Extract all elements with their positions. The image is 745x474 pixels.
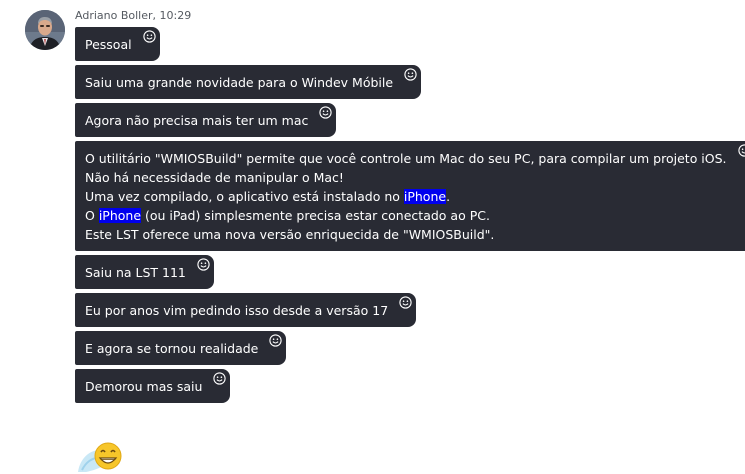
avatar[interactable] xyxy=(25,10,65,50)
sender-separator: , xyxy=(152,9,160,22)
message-text-line: Uma vez compilado, o aplicativo está ins… xyxy=(85,187,727,206)
grinning-emoji-sticker[interactable] xyxy=(76,436,124,474)
message-timestamp: 10:29 xyxy=(159,9,192,22)
message-bubble[interactable]: Pessoal xyxy=(75,27,160,61)
message-text: Demorou mas saiu xyxy=(85,379,203,394)
message-text: Saiu uma grande novidade para o Windev M… xyxy=(85,75,394,90)
message-text-segment: O xyxy=(85,208,99,223)
smiley-reaction-icon[interactable] xyxy=(197,258,210,271)
message-text: E agora se tornou realidade xyxy=(85,341,259,356)
sender-name: Adriano Boller xyxy=(75,9,153,22)
message-sender-meta: Adriano Boller, 10:29 xyxy=(75,9,191,22)
message-text-line: Não há necessidade de manipular o Mac! xyxy=(85,170,344,185)
message-text: Eu por anos vim pedindo isso desde a ver… xyxy=(85,303,389,318)
smiley-reaction-icon[interactable] xyxy=(737,144,745,157)
smiley-reaction-icon[interactable] xyxy=(404,68,417,81)
message-text-segment: Uma vez compilado, o aplicativo está ins… xyxy=(85,189,404,204)
message-text: Saiu na LST 111 xyxy=(85,265,186,280)
message-text-line: O utilitário "WMIOSBuild" permite que vo… xyxy=(85,151,727,166)
message-bubble[interactable]: Agora não precisa mais ter um mac xyxy=(75,103,337,137)
search-highlight: iPhone xyxy=(403,189,447,204)
smiley-reaction-icon[interactable] xyxy=(213,372,227,385)
message-bubble[interactable]: Saiu uma grande novidade para o Windev M… xyxy=(75,65,422,99)
message-text-segment: (ou iPad) simplesmente precisa estar con… xyxy=(141,208,490,223)
search-highlight: iPhone xyxy=(98,208,142,223)
message-text: Agora não precisa mais ter um mac xyxy=(85,113,309,128)
user-photo-icon xyxy=(25,10,65,50)
message-bubble[interactable]: Demorou mas saiu xyxy=(75,369,231,403)
smiley-reaction-icon[interactable] xyxy=(319,106,333,119)
message-bubble[interactable]: Eu por anos vim pedindo isso desde a ver… xyxy=(75,293,417,327)
smiley-reaction-icon[interactable] xyxy=(399,296,412,309)
message-bubble[interactable]: Saiu na LST 111 xyxy=(75,255,214,289)
smiley-reaction-icon[interactable] xyxy=(142,30,156,43)
message-text-segment: . xyxy=(446,189,451,204)
message-text: Pessoal xyxy=(85,37,132,52)
message-text-line: O iPhone (ou iPad) simplesmente precisa … xyxy=(85,206,727,225)
message-group: Pessoal Saiu uma grande novidade para o … xyxy=(75,27,745,403)
smiley-reaction-icon[interactable] xyxy=(269,334,283,347)
chat-thread: Adriano Boller, 10:29 Pessoal Saiu uma g… xyxy=(0,0,745,474)
message-bubble[interactable]: E agora se tornou realidade xyxy=(75,331,287,365)
message-bubble[interactable]: O utilitário "WMIOSBuild" permite que vo… xyxy=(75,141,745,251)
message-text-line: Este LST oferece uma nova versão enrique… xyxy=(85,227,495,242)
